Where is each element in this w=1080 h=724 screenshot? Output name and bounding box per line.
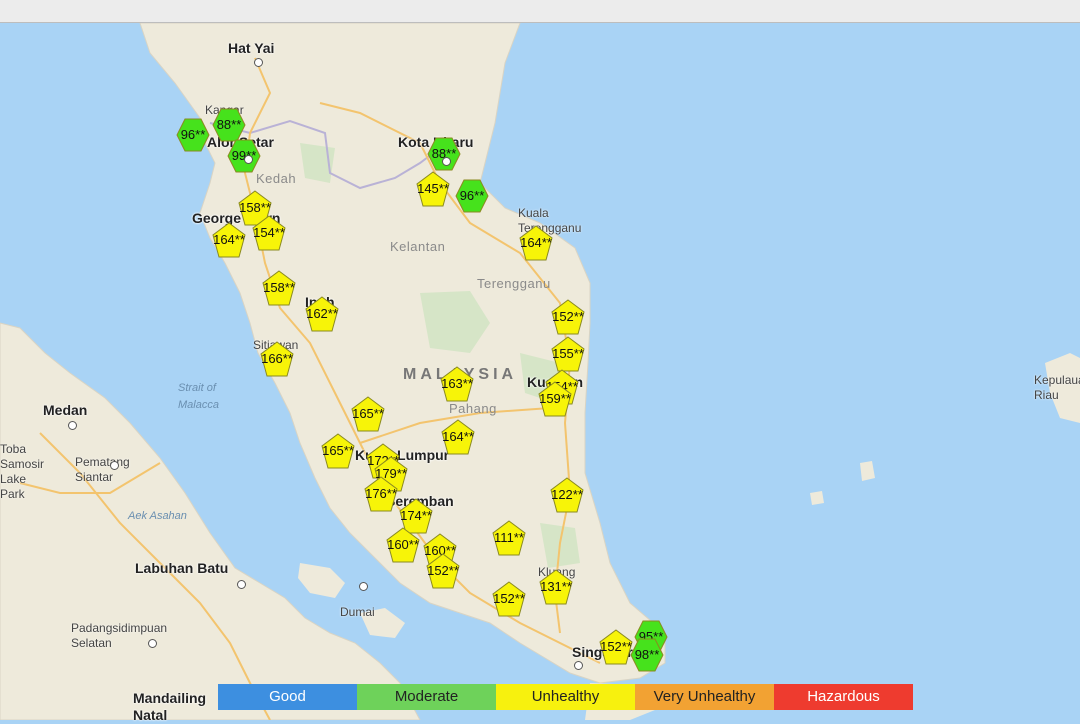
aqi-marker-unhealthy[interactable]: 164** xyxy=(441,418,475,456)
aqi-marker-value: 164** xyxy=(520,235,552,250)
air-quality-map[interactable] xyxy=(0,23,1080,720)
aqi-marker-value: 96** xyxy=(180,127,206,142)
aqi-marker-unhealthy[interactable]: 158** xyxy=(262,269,296,307)
city-dot xyxy=(68,421,77,430)
city-dot xyxy=(574,661,583,670)
aqi-marker-unhealthy[interactable]: 162** xyxy=(305,295,339,333)
aqi-marker-value: 176** xyxy=(365,486,397,501)
aqi-marker-unhealthy[interactable]: 111** xyxy=(492,519,526,557)
aqi-marker-moderate[interactable]: 98** xyxy=(630,636,664,674)
legend-moderate: Moderate xyxy=(357,684,496,710)
city-dot xyxy=(110,461,119,470)
browser-toolbar xyxy=(0,0,1080,23)
aqi-marker-unhealthy[interactable]: 152** xyxy=(426,552,460,590)
aqi-marker-unhealthy[interactable]: 159** xyxy=(538,380,572,418)
aqi-marker-unhealthy[interactable]: 152** xyxy=(492,580,526,618)
aqi-marker-value: 98** xyxy=(634,647,660,662)
aqi-marker-value: 152** xyxy=(552,309,584,324)
aqi-marker-value: 122** xyxy=(551,487,583,502)
aqi-marker-value: 163** xyxy=(441,376,473,391)
aqi-marker-value: 96** xyxy=(459,188,485,203)
aqi-marker-value: 152** xyxy=(427,563,459,578)
city-dot xyxy=(244,155,253,164)
aqi-marker-unhealthy[interactable]: 160** xyxy=(386,526,420,564)
aqi-marker-unhealthy[interactable]: 122** xyxy=(550,476,584,514)
legend-hazardous: Hazardous xyxy=(774,684,913,710)
aqi-marker-value: 164** xyxy=(442,429,474,444)
aqi-marker-value: 154** xyxy=(253,225,285,240)
aqi-marker-unhealthy[interactable]: 176** xyxy=(364,475,398,513)
aqi-marker-moderate[interactable]: 96** xyxy=(455,177,489,215)
aqi-marker-unhealthy[interactable]: 152** xyxy=(599,628,633,666)
aqi-marker-unhealthy[interactable]: 165** xyxy=(351,395,385,433)
aqi-marker-value: 145** xyxy=(417,181,449,196)
aqi-marker-value: 111** xyxy=(494,530,524,545)
aqi-marker-unhealthy[interactable]: 145** xyxy=(416,170,450,208)
aqi-marker-unhealthy[interactable]: 164** xyxy=(212,221,246,259)
aqi-marker-moderate[interactable]: 96** xyxy=(176,116,210,154)
city-dot xyxy=(359,582,368,591)
city-dot xyxy=(237,580,246,589)
aqi-marker-unhealthy[interactable]: 152** xyxy=(551,298,585,336)
aqi-marker-value: 165** xyxy=(352,406,384,421)
aqi-marker-value: 131** xyxy=(540,579,572,594)
aqi-marker-unhealthy[interactable]: 166** xyxy=(260,340,294,378)
aqi-marker-value: 165** xyxy=(322,443,354,458)
aqi-marker-moderate[interactable]: 88** xyxy=(427,135,461,173)
aqi-marker-value: 166** xyxy=(261,351,293,366)
aqi-marker-value: 162** xyxy=(306,306,338,321)
legend-very-unhealthy: Very Unhealthy xyxy=(635,684,774,710)
aqi-marker-value: 160** xyxy=(387,537,419,552)
aqi-marker-value: 164** xyxy=(213,232,245,247)
aqi-marker-value: 152** xyxy=(493,591,525,606)
legend-unhealthy: Unhealthy xyxy=(496,684,635,710)
aqi-marker-unhealthy[interactable]: 164** xyxy=(519,224,553,262)
aqi-marker-value: 152** xyxy=(600,639,632,654)
aqi-marker-value: 88** xyxy=(431,146,457,161)
aqi-marker-unhealthy[interactable]: 163** xyxy=(440,365,474,403)
city-dot xyxy=(254,58,263,67)
aqi-marker-value: 158** xyxy=(263,280,295,295)
aqi-legend: Good Moderate Unhealthy Very Unhealthy Hazar… xyxy=(218,684,913,710)
legend-good: Good xyxy=(218,684,357,710)
city-dot xyxy=(442,157,451,166)
city-dot xyxy=(148,639,157,648)
aqi-marker-unhealthy[interactable]: 131** xyxy=(539,568,573,606)
map-basemap xyxy=(0,23,1080,720)
aqi-marker-unhealthy[interactable]: 154** xyxy=(252,214,286,252)
aqi-marker-unhealthy[interactable]: 165** xyxy=(321,432,355,470)
aqi-marker-value: 159** xyxy=(539,391,571,406)
